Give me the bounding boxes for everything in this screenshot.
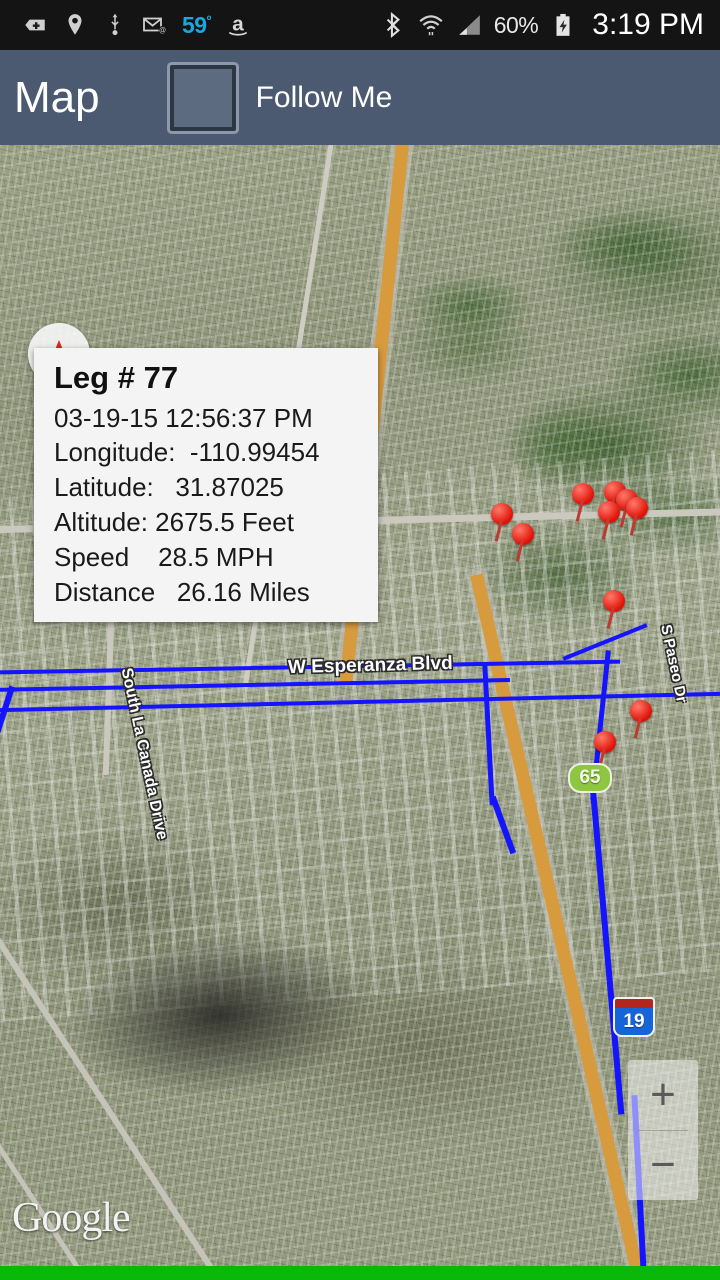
status-bar-notification-icons: @ 59º a: [0, 11, 251, 39]
map-marker[interactable]: [603, 590, 625, 612]
follow-me-label: Follow Me: [255, 80, 393, 114]
cellular-signal-icon: [458, 15, 480, 35]
map-marker[interactable]: [626, 497, 648, 519]
map-marker[interactable]: [630, 700, 652, 722]
popup-speed: Speed 28.5 MPH: [54, 541, 274, 572]
map-marker[interactable]: [572, 483, 594, 505]
popup-title: Leg # 77: [54, 360, 179, 395]
battery-charging-icon: [556, 13, 570, 36]
popup-distance: Distance 26.16 Miles: [54, 576, 310, 607]
map-marker[interactable]: [491, 503, 513, 525]
follow-me-control[interactable]: Follow Me: [169, 64, 393, 131]
android-status-bar: @ 59º a 60% 3:19 PM: [0, 0, 720, 50]
map-marker[interactable]: [594, 731, 616, 753]
interstate-shield: 19: [613, 997, 655, 1037]
status-bar-system-icons: 60% 3:19 PM: [380, 8, 720, 42]
state-route-shield: 65: [568, 763, 612, 793]
popup-latitude: Latitude: 31.87025: [54, 472, 284, 503]
google-attribution: Google: [12, 1195, 131, 1241]
app-screen: @ 59º a 60% 3:19 PM Map Follow Me W Espe…: [0, 0, 720, 1280]
status-bar-clock: 3:19 PM: [592, 8, 704, 41]
bluetooth-icon: [386, 11, 400, 39]
amazon-icon: a: [228, 12, 247, 36]
map-marker[interactable]: [512, 523, 534, 545]
app-action-bar: Map Follow Me: [0, 50, 720, 145]
page-title: Map: [14, 72, 100, 122]
popup-longitude: Longitude: -110.99454: [54, 437, 320, 468]
zoom-out-button[interactable]: −: [628, 1131, 698, 1201]
map-viewport[interactable]: W Esperanza Blvd South La Canada Drive S…: [0, 145, 720, 1266]
svg-text:@: @: [159, 28, 166, 35]
email-icon: @: [143, 17, 167, 35]
sim-card-add-icon: [25, 19, 45, 31]
usb-icon: [111, 13, 119, 36]
street-label-esperanza: W Esperanza Blvd: [287, 652, 453, 679]
map-marker[interactable]: [598, 501, 620, 523]
location-pin-icon: [68, 14, 82, 35]
parking-lot-area: [62, 919, 378, 1111]
zoom-controls[interactable]: + −: [628, 1060, 698, 1200]
popup-altitude: Altitude: 2675.5 Feet: [54, 507, 294, 538]
bottom-status-bar: [0, 1266, 720, 1280]
temperature-indicator: 59º: [182, 11, 211, 38]
popup-timestamp: 03-19-15 12:56:37 PM: [54, 402, 313, 433]
svg-text:a: a: [232, 12, 244, 35]
wifi-icon: [419, 15, 443, 36]
leg-info-popup[interactable]: Leg # 77 03-19-15 12:56:37 PM Longitude:…: [34, 348, 378, 622]
zoom-in-button[interactable]: +: [628, 1060, 698, 1130]
follow-me-checkbox[interactable]: [169, 64, 236, 131]
battery-percent-label: 60%: [493, 11, 539, 38]
